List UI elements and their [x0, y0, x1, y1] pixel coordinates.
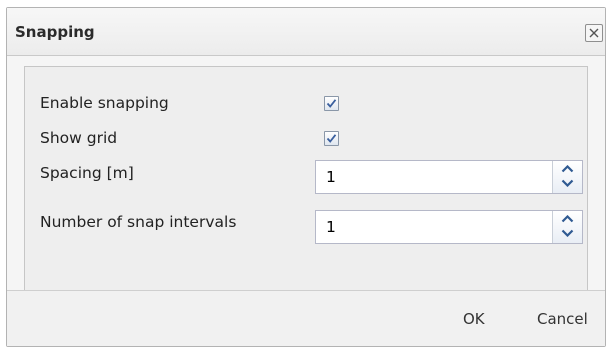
dialog-footer: OK Cancel [7, 290, 605, 346]
dialog-titlebar[interactable]: Snapping [7, 8, 605, 56]
snap-intervals-input[interactable] [316, 211, 552, 243]
chevron-up-icon [561, 165, 574, 173]
spacing-label: Spacing [m] [40, 164, 134, 182]
cancel-button[interactable]: Cancel [537, 310, 588, 328]
ok-button[interactable]: OK [463, 310, 485, 328]
snapping-dialog: Snapping Enable snapping Show grid Spaci… [6, 7, 606, 347]
snap-intervals-label: Number of snap intervals [40, 213, 237, 231]
snap-intervals-field [315, 210, 583, 244]
show-grid-label: Show grid [40, 129, 118, 147]
close-icon [589, 28, 599, 38]
dialog-body: Enable snapping Show grid Spacing [m] 1 … [7, 56, 605, 292]
dialog-title: Snapping [15, 23, 95, 41]
spacing-spinner [552, 161, 582, 193]
spacing-increment-button[interactable] [553, 161, 582, 177]
chevron-down-icon [561, 229, 574, 237]
enable-snapping-checkbox[interactable] [324, 96, 339, 111]
snap-intervals-decrement-button[interactable] [553, 227, 582, 243]
chevron-up-icon [561, 215, 574, 223]
enable-snapping-label: Enable snapping [40, 94, 169, 112]
spacing-input[interactable] [316, 161, 552, 193]
snap-intervals-increment-button[interactable] [553, 211, 582, 227]
snap-intervals-spinner [552, 211, 582, 243]
close-button[interactable] [585, 24, 603, 42]
spacing-field [315, 160, 583, 194]
checkmark-icon [326, 99, 337, 108]
checkmark-icon [326, 134, 337, 143]
spacing-decrement-button[interactable] [553, 177, 582, 193]
show-grid-checkbox[interactable] [324, 131, 339, 146]
chevron-down-icon [561, 179, 574, 187]
